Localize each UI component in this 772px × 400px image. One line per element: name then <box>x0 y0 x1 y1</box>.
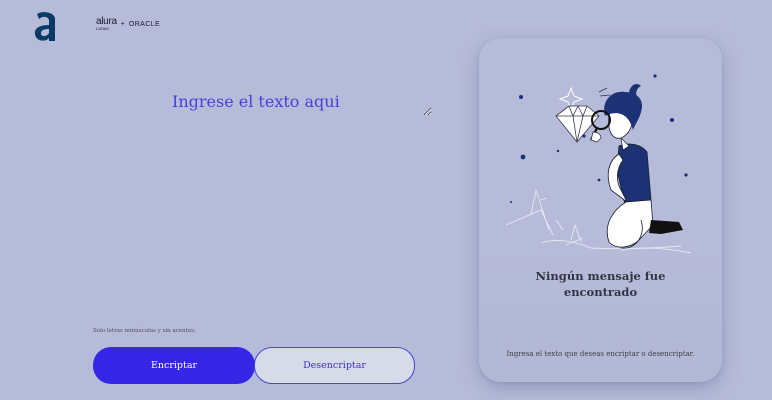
partner-logos: alura LATAM + ORACLE <box>96 17 161 32</box>
empty-message-subtitle: Ingresa el texto que deseas encriptar o … <box>506 350 695 358</box>
alura-logo-icon <box>34 12 55 42</box>
decrypt-button[interactable]: Desencriptar <box>254 347 415 384</box>
empty-message-title: Ningún mensaje fue encontrado <box>535 269 666 299</box>
alura-latam-logo: alura LATAM <box>96 17 117 32</box>
oracle-logo: ORACLE <box>128 20 161 28</box>
output-panel: Ningún mensaje fue encontrado Ingresa el… <box>479 38 722 382</box>
text-input[interactable] <box>172 92 432 116</box>
encrypt-button[interactable]: Encriptar <box>93 347 255 384</box>
person-magnifier-diamond-illustration <box>505 74 692 254</box>
plus-sign: + <box>120 20 125 28</box>
input-hint: Solo letras minúsculas y sin acentos. <box>93 328 196 334</box>
